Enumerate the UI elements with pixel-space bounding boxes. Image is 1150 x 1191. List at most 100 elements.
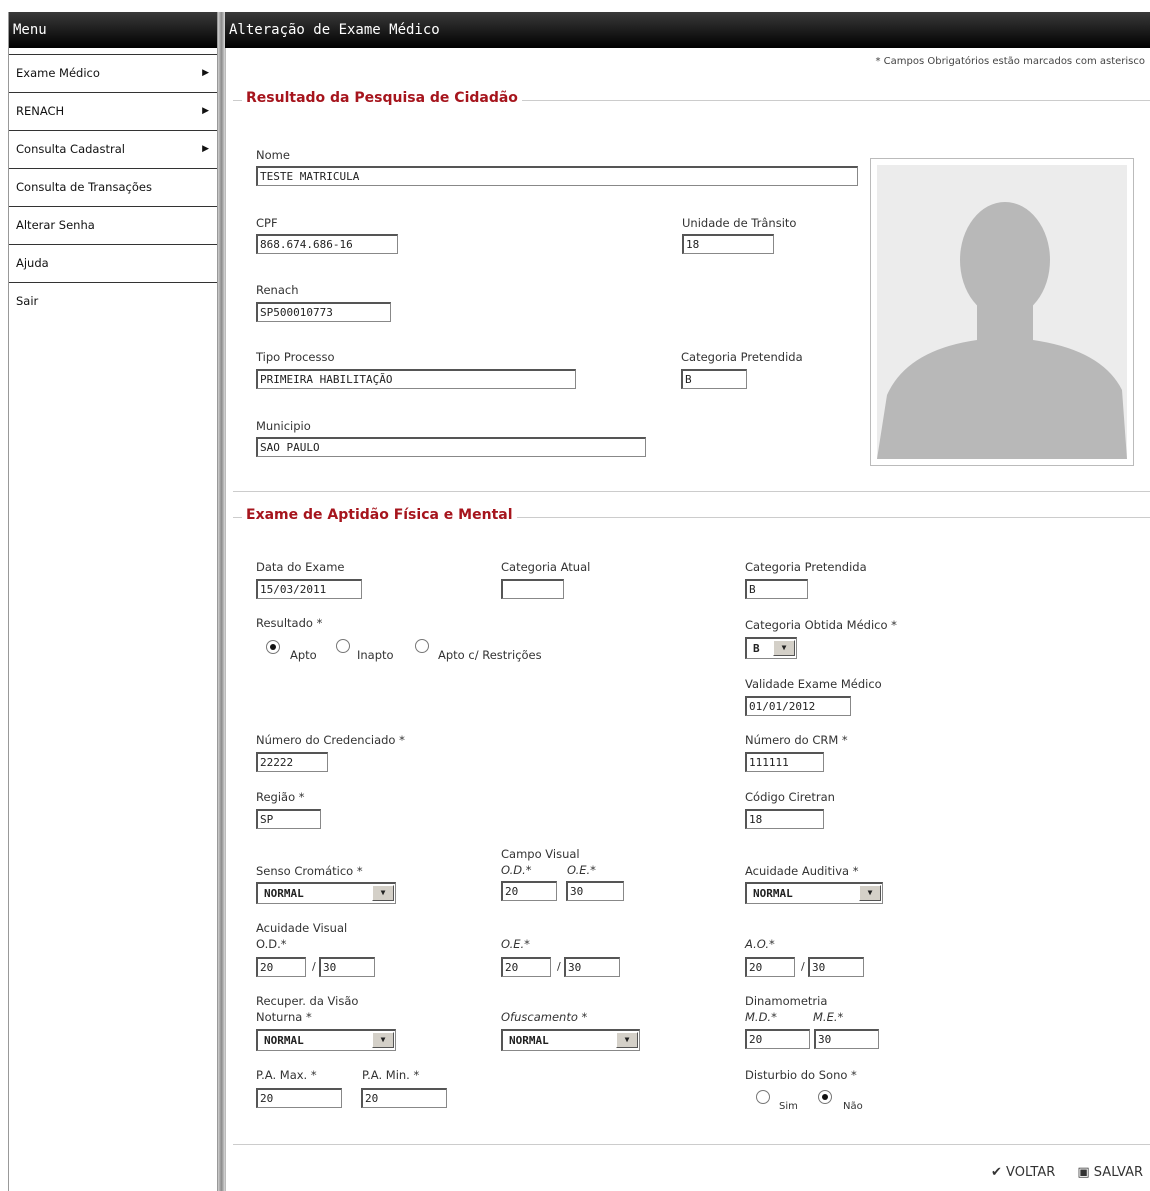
acuidade-od2-field[interactable]: 30 bbox=[319, 957, 375, 977]
recuper-visao-select[interactable]: NORMAL ▼ bbox=[256, 1029, 396, 1051]
label-senso-cromatico: Senso Cromático * bbox=[256, 864, 363, 878]
num-credenciado-field[interactable]: 22222 bbox=[256, 752, 328, 772]
label-unidade: Unidade de Trânsito bbox=[682, 216, 797, 230]
label-campo-visual: Campo Visual bbox=[501, 847, 580, 861]
label-validade: Validade Exame Médico bbox=[745, 677, 882, 691]
label-sim: Sim bbox=[779, 1101, 798, 1112]
data-exame-field[interactable]: 15/03/2011 bbox=[256, 579, 362, 599]
label-num-credenciado: Número do Credenciado * bbox=[256, 733, 405, 747]
label-din-me: M.E.* bbox=[813, 1010, 844, 1024]
label-cod-ciretran: Código Ciretran bbox=[745, 790, 835, 804]
label-cv-od: O.D.* bbox=[501, 863, 532, 877]
sidebar-title: Menu bbox=[9, 12, 217, 48]
label-inapto: Inapto bbox=[357, 648, 394, 662]
label-apto: Apto bbox=[290, 648, 317, 662]
label-apto-restricoes: Apto c/ Restrições bbox=[438, 648, 542, 662]
chevron-down-icon: ▼ bbox=[372, 885, 394, 901]
num-crm-field[interactable]: 111111 bbox=[745, 752, 824, 772]
sidebar-item-sair[interactable]: Sair bbox=[9, 283, 217, 320]
acuidade-od1-field[interactable]: 20 bbox=[256, 957, 306, 977]
label-recuper-noturna: Noturna * bbox=[256, 1010, 312, 1024]
chevron-right-icon: ▶ bbox=[202, 68, 209, 78]
renach-field[interactable]: SP500010773 bbox=[256, 302, 391, 322]
categoria-pretendida-field[interactable]: B bbox=[681, 369, 747, 389]
radio-apto-restricoes[interactable] bbox=[415, 639, 429, 653]
pa-min-field[interactable]: 20 bbox=[361, 1088, 447, 1108]
splitter-handle[interactable] bbox=[218, 12, 225, 1191]
nome-field[interactable]: TESTE MATRICULA bbox=[256, 166, 858, 186]
action-bar: ✔ VOLTAR ▣ SALVAR bbox=[973, 1165, 1143, 1180]
label-municipio: Municipio bbox=[256, 419, 311, 433]
dinamometria-md-field[interactable]: 20 bbox=[745, 1029, 810, 1049]
voltar-button[interactable]: ✔ VOLTAR bbox=[991, 1165, 1055, 1180]
sidebar-item-consulta-transacoes[interactable]: Consulta de Transações bbox=[9, 169, 217, 207]
label-nao: Não bbox=[843, 1101, 863, 1112]
radio-apto[interactable] bbox=[266, 640, 280, 654]
label-cat-obtida: Categoria Obtida Médico * bbox=[745, 618, 897, 632]
label-categoria-atual: Categoria Atual bbox=[501, 560, 591, 574]
label-cv-oe: O.E.* bbox=[567, 863, 596, 877]
page-title: Alteração de Exame Médico bbox=[225, 12, 1150, 48]
required-fields-note: * Campos Obrigatórios estão marcados com… bbox=[875, 56, 1145, 67]
sidebar-item-renach[interactable]: RENACH ▶ bbox=[9, 93, 217, 131]
label-categoria-pretendida: Categoria Pretendida bbox=[681, 350, 803, 364]
chevron-down-icon: ▼ bbox=[372, 1032, 394, 1048]
chevron-down-icon: ▼ bbox=[616, 1032, 638, 1048]
ofuscamento-select[interactable]: NORMAL ▼ bbox=[501, 1029, 640, 1051]
label-cat-pretendida: Categoria Pretendida bbox=[745, 560, 867, 574]
sidebar-item-consulta-cadastral[interactable]: Consulta Cadastral ▶ bbox=[9, 131, 217, 169]
radio-nao[interactable] bbox=[818, 1090, 832, 1104]
acuidade-oe1-field[interactable]: 20 bbox=[501, 957, 551, 977]
label-av-oe: O.E.* bbox=[501, 937, 530, 951]
label-renach: Renach bbox=[256, 283, 299, 297]
salvar-button[interactable]: ▣ SALVAR bbox=[1077, 1165, 1143, 1180]
label-recuper-visao: Recuper. da Visão bbox=[256, 994, 359, 1008]
campo-visual-od-field[interactable]: 20 bbox=[501, 881, 557, 901]
label-tipo-processo: Tipo Processo bbox=[256, 350, 335, 364]
label-av-od: O.D.* bbox=[256, 937, 287, 951]
label-regiao: Região * bbox=[256, 790, 305, 804]
sidebar-item-ajuda[interactable]: Ajuda bbox=[9, 245, 217, 283]
acuidade-oe2-field[interactable]: 30 bbox=[564, 957, 620, 977]
legend-pesquisa: Resultado da Pesquisa de Cidadão bbox=[242, 90, 522, 106]
label-num-crm: Número do CRM * bbox=[745, 733, 848, 747]
regiao-field[interactable]: SP bbox=[256, 809, 321, 829]
categoria-atual-field[interactable] bbox=[501, 579, 564, 599]
sidebar-item-alterar-senha[interactable]: Alterar Senha bbox=[9, 207, 217, 245]
avatar-silhouette-icon bbox=[877, 165, 1127, 459]
label-din-md: M.D.* bbox=[745, 1010, 777, 1024]
cpf-field[interactable]: 868.674.686-16 bbox=[256, 234, 398, 254]
categoria-obtida-select[interactable]: B ▼ bbox=[745, 637, 797, 659]
label-cpf: CPF bbox=[256, 216, 278, 230]
label-pa-min: P.A. Min. * bbox=[362, 1068, 420, 1082]
campo-visual-oe-field[interactable]: 30 bbox=[566, 881, 624, 901]
radio-sim[interactable] bbox=[756, 1090, 770, 1104]
radio-inapto[interactable] bbox=[336, 639, 350, 653]
label-pa-max: P.A. Max. * bbox=[256, 1068, 317, 1082]
label-av-ao: A.O.* bbox=[745, 937, 775, 951]
chevron-right-icon: ▶ bbox=[202, 106, 209, 116]
sidebar-menu: Menu Exame Médico ▶ RENACH ▶ Consulta Cada… bbox=[8, 12, 218, 1191]
cat-pretendida-field[interactable]: B bbox=[745, 579, 808, 599]
acuidade-ao2-field[interactable]: 30 bbox=[808, 957, 864, 977]
tipo-processo-field[interactable]: PRIMEIRA HABILITAÇÃO bbox=[256, 369, 576, 389]
label-dinamometria: Dinamometria bbox=[745, 994, 828, 1008]
municipio-field[interactable]: SAO PAULO bbox=[256, 437, 646, 457]
label-nome: Nome bbox=[256, 148, 290, 162]
citizen-photo bbox=[870, 158, 1134, 466]
label-disturbio-sono: Disturbio do Sono * bbox=[745, 1068, 857, 1082]
validade-field[interactable]: 01/01/2012 bbox=[745, 696, 851, 716]
cod-ciretran-field[interactable]: 18 bbox=[745, 809, 824, 829]
acuidade-ao1-field[interactable]: 20 bbox=[745, 957, 795, 977]
chevron-down-icon: ▼ bbox=[859, 885, 881, 901]
legend-exame: Exame de Aptidão Física e Mental bbox=[242, 507, 517, 523]
senso-cromatico-select[interactable]: NORMAL ▼ bbox=[256, 882, 396, 904]
label-resultado: Resultado * bbox=[256, 616, 323, 630]
label-acuidade-visual: Acuidade Visual bbox=[256, 921, 348, 935]
unidade-transito-field[interactable]: 18 bbox=[682, 234, 774, 254]
sidebar-item-exame-medico[interactable]: Exame Médico ▶ bbox=[9, 55, 217, 93]
label-ofuscamento: Ofuscamento * bbox=[501, 1010, 588, 1024]
dinamometria-me-field[interactable]: 30 bbox=[814, 1029, 879, 1049]
pa-max-field[interactable]: 20 bbox=[256, 1088, 342, 1108]
acuidade-auditiva-select[interactable]: NORMAL ▼ bbox=[745, 882, 883, 904]
